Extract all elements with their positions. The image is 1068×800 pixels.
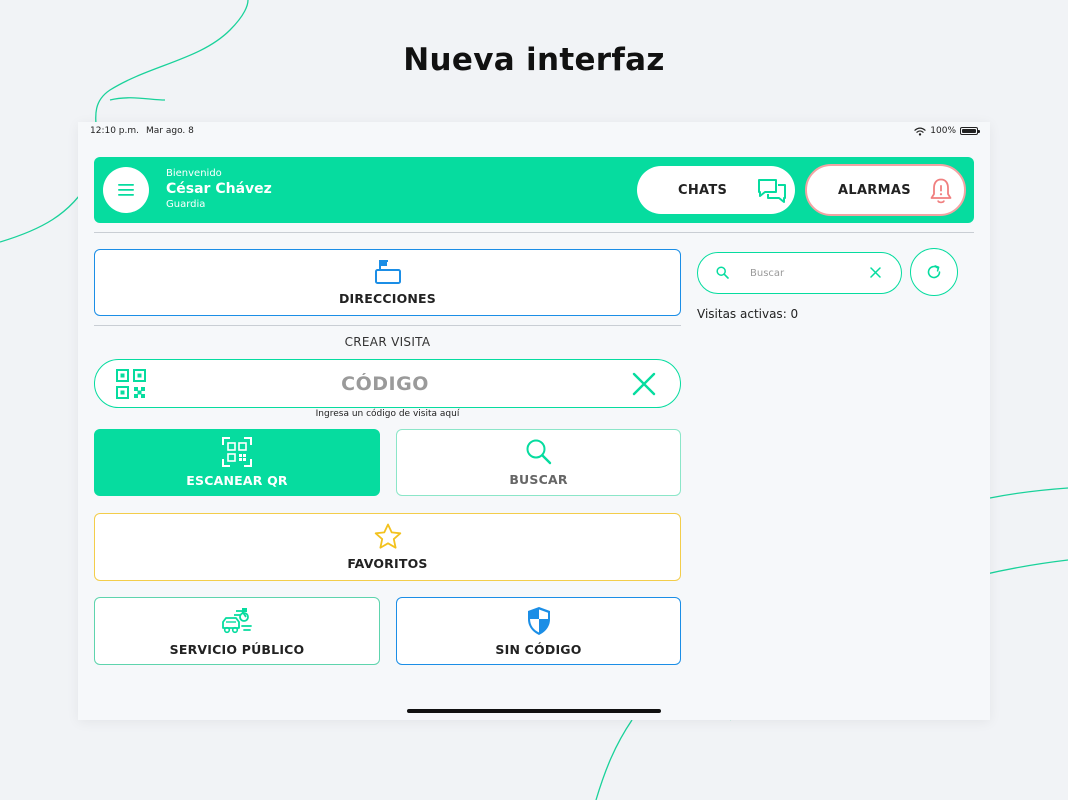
menu-button[interactable] [103, 167, 149, 213]
section-divider [94, 325, 681, 326]
search-icon [716, 266, 729, 279]
mailbox-icon [374, 260, 401, 284]
section-title: CREAR VISITA [344, 335, 431, 349]
search-input[interactable] [750, 263, 860, 283]
header-bar: Bienvenido César Chávez Guardia CHATS AL… [94, 157, 974, 223]
alarms-button[interactable]: ALARMAS [805, 164, 966, 216]
active-visits-search [697, 252, 902, 294]
user-role: Guardia [166, 199, 206, 210]
public-service-button[interactable]: SERVICIO PÚBLICO [94, 597, 380, 665]
search-visit-button[interactable]: BUSCAR [396, 429, 681, 496]
qr-scan-icon [222, 437, 252, 467]
greeting-text: Bienvenido [166, 168, 222, 179]
chats-button[interactable]: CHATS [637, 166, 795, 214]
no-code-label: SIN CÓDIGO [495, 641, 582, 657]
direcciones-button[interactable]: DIRECCIONES [94, 249, 681, 316]
chat-bubbles-icon [758, 179, 786, 203]
status-date: Mar ago. 8 [146, 126, 194, 136]
page-headline: Nueva interfaz [403, 42, 665, 78]
favorites-label: FAVORITOS [347, 556, 428, 571]
shield-icon [527, 606, 550, 635]
status-time: 12:10 p.m. [90, 126, 139, 136]
wifi-icon [914, 126, 926, 136]
battery-icon [960, 127, 980, 135]
visit-code-input[interactable] [215, 370, 555, 398]
status-right: 100% [914, 126, 980, 136]
refresh-button[interactable] [910, 248, 958, 296]
scan-qr-button[interactable]: ESCANEAR QR [94, 429, 380, 496]
welcome-block: Bienvenido César Chávez Guardia [166, 168, 272, 210]
tablet-screen: 12:10 p.m. Mar ago. 8 100% Bienvenido Cé… [78, 122, 990, 720]
code-hint: Ingresa un código de visita aquí [315, 409, 460, 419]
search-icon [526, 439, 551, 465]
chats-label: CHATS [678, 182, 728, 198]
bell-icon [930, 178, 952, 204]
favorites-button[interactable]: FAVORITOS [94, 513, 681, 581]
no-code-button[interactable]: SIN CÓDIGO [396, 597, 681, 665]
qr-code-icon [116, 369, 146, 399]
hamburger-menu-icon [118, 184, 134, 196]
direcciones-label: DIRECCIONES [338, 291, 437, 306]
active-visits-count: Visitas activas: 0 [697, 307, 799, 321]
visit-code-field [94, 359, 681, 408]
status-bar: 12:10 p.m. Mar ago. 8 100% [90, 126, 980, 142]
close-icon[interactable] [632, 372, 656, 396]
header-divider [94, 232, 974, 233]
refresh-icon [927, 265, 941, 279]
user-name: César Chávez [166, 181, 272, 197]
close-icon[interactable] [870, 267, 881, 278]
star-icon [374, 523, 401, 549]
search-visit-label: BUSCAR [509, 472, 568, 487]
home-indicator[interactable] [407, 709, 661, 713]
battery-percentage: 100% [930, 126, 956, 136]
alarms-label: ALARMAS [838, 182, 911, 198]
scan-qr-label: ESCANEAR QR [186, 473, 288, 488]
vehicles-icon [222, 607, 252, 633]
public-service-label: SERVICIO PÚBLICO [169, 641, 305, 657]
